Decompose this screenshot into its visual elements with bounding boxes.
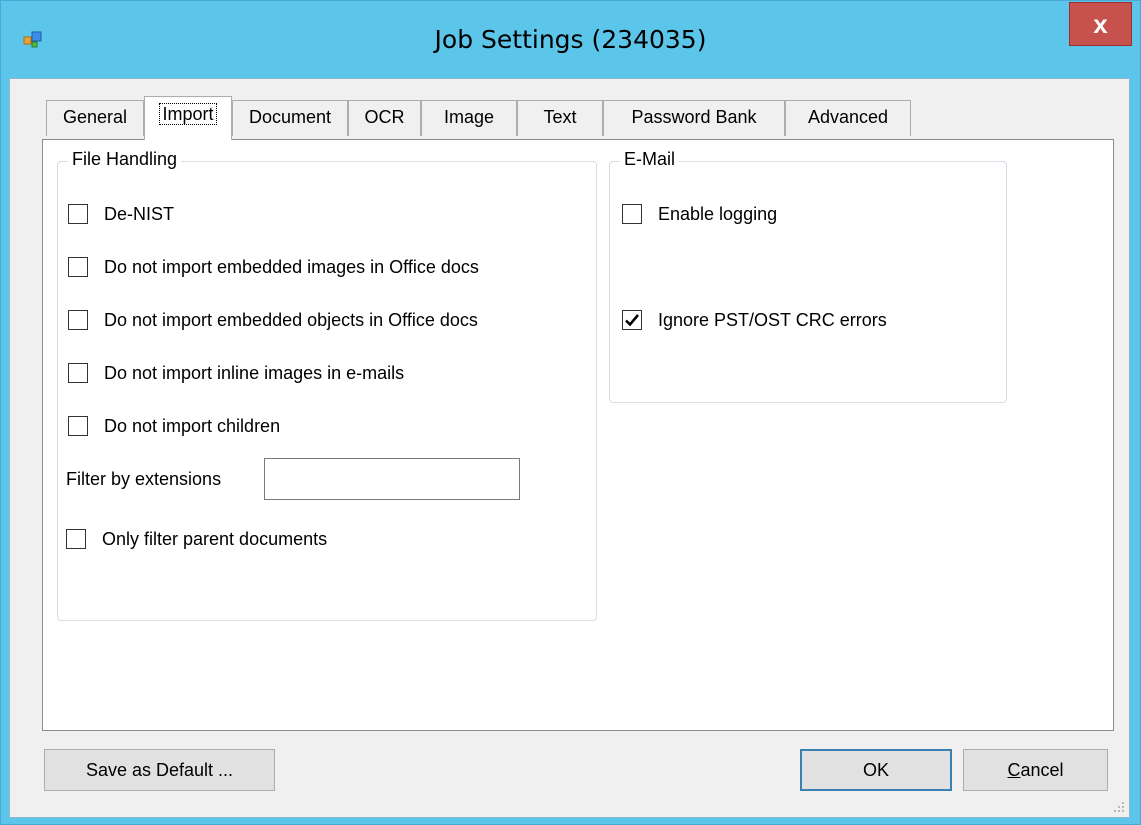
tab-ocr[interactable]: OCR — [348, 100, 421, 136]
cancel-label-rest: ancel — [1020, 760, 1064, 780]
ignore-crc-errors-checkbox[interactable] — [622, 310, 642, 330]
no-children-checkbox[interactable] — [68, 416, 88, 436]
no-inline-images-checkbox[interactable] — [68, 363, 88, 383]
tab-label: Text — [543, 107, 577, 127]
tab-label: OCR — [364, 107, 405, 127]
only-filter-parent-checkbox[interactable] — [66, 529, 86, 549]
no-children-label: Do not import children — [104, 415, 281, 436]
no-embedded-images-checkbox[interactable] — [68, 257, 88, 277]
tab-advanced[interactable]: Advanced — [785, 100, 911, 136]
tab-password-bank[interactable]: Password Bank — [603, 100, 785, 136]
enable-logging-label: Enable logging — [658, 203, 778, 224]
save-as-default-button[interactable]: Save as Default ... — [44, 749, 275, 791]
no-embedded-objects-option[interactable]: Do not import embedded objects in Office… — [68, 307, 478, 333]
enable-logging-option[interactable]: Enable logging — [622, 201, 777, 227]
denist-checkbox[interactable] — [68, 204, 88, 224]
tab-label: Advanced — [807, 107, 889, 127]
tab-document[interactable]: Document — [232, 100, 348, 136]
denist-label: De-NIST — [104, 203, 175, 224]
no-children-option[interactable]: Do not import children — [68, 413, 280, 439]
tab-image[interactable]: Image — [421, 100, 517, 136]
dialog-client-area: General Import Document OCR Image Text P… — [9, 78, 1130, 818]
window-title: Job Settings (234035) — [434, 25, 707, 54]
filter-extensions-input[interactable] — [264, 458, 520, 500]
no-embedded-objects-label: Do not import embedded objects in Office… — [104, 309, 478, 330]
close-button[interactable]: x — [1069, 2, 1132, 46]
no-embedded-images-label: Do not import embedded images in Office … — [104, 256, 479, 277]
tab-label: Import — [159, 103, 217, 125]
file-handling-title: File Handling — [68, 149, 182, 170]
no-embedded-images-option[interactable]: Do not import embedded images in Office … — [68, 254, 479, 280]
enable-logging-checkbox[interactable] — [622, 204, 642, 224]
ok-button[interactable]: OK — [800, 749, 952, 791]
no-embedded-objects-checkbox[interactable] — [68, 310, 88, 330]
file-handling-group: File Handling De-NIST Do not import embe… — [57, 149, 597, 621]
only-filter-parent-option[interactable]: Only filter parent documents — [66, 526, 327, 552]
tab-label: Password Bank — [631, 107, 757, 127]
no-inline-images-option[interactable]: Do not import inline images in e-mails — [68, 360, 404, 386]
ignore-crc-errors-label: Ignore PST/OST CRC errors — [658, 309, 887, 330]
close-icon: x — [1093, 9, 1108, 39]
ignore-crc-errors-option[interactable]: Ignore PST/OST CRC errors — [622, 307, 887, 333]
email-group: E-Mail Enable logging Ignore PST/OST CRC… — [609, 149, 1007, 403]
denist-option[interactable]: De-NIST — [68, 201, 174, 227]
no-inline-images-label: Do not import inline images in e-mails — [104, 362, 405, 383]
job-settings-window: Job Settings (234035) x General Import D… — [0, 0, 1141, 825]
tab-label: General — [62, 107, 128, 127]
tab-general[interactable]: General — [46, 100, 144, 136]
import-tab-panel: File Handling De-NIST Do not import embe… — [42, 139, 1114, 731]
cancel-button[interactable]: Cancel — [963, 749, 1108, 791]
email-title: E-Mail — [620, 149, 680, 170]
tab-import[interactable]: Import — [144, 96, 232, 140]
cancel-mnemonic: C — [1007, 760, 1021, 780]
checkmark-icon — [625, 314, 639, 327]
resize-grip-icon[interactable] — [1113, 801, 1125, 813]
tab-label: Document — [248, 107, 332, 127]
title-bar[interactable]: Job Settings (234035) x — [1, 1, 1140, 78]
only-filter-parent-label: Only filter parent documents — [102, 528, 328, 549]
tab-label: Image — [443, 107, 495, 127]
filter-extensions-label: Filter by extensions — [66, 469, 222, 489]
tab-text[interactable]: Text — [517, 100, 603, 136]
